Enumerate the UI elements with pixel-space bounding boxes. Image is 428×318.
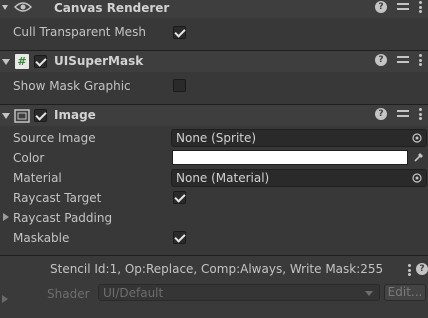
cull-transparent-mesh-checkbox[interactable]	[173, 26, 186, 39]
ui-super-mask-header[interactable]: # UISuperMask ?	[0, 50, 428, 72]
show-mask-graphic-label: Show Mask Graphic	[13, 79, 131, 93]
source-image-field[interactable]: None (Sprite)	[171, 129, 427, 147]
context-menu-icon[interactable]	[408, 264, 411, 276]
collapse-arrow-icon[interactable]	[2, 113, 10, 119]
eye-icon	[14, 2, 32, 12]
material-value: None (Material)	[176, 171, 270, 185]
component-title: UISuperMask	[54, 54, 144, 68]
help-icon[interactable]: ?	[375, 1, 387, 13]
header-icons: ?	[375, 1, 422, 13]
help-icon[interactable]: ?	[375, 54, 387, 66]
edit-button-label: Edit...	[387, 285, 423, 299]
image-enabled-checkbox[interactable]	[34, 109, 47, 122]
material-preview-section: Stencil Id:1, Op:Replace, Comp:Always, W…	[0, 256, 428, 318]
shader-dropdown[interactable]: UI/Default	[98, 284, 380, 301]
presets-icon[interactable]	[397, 108, 409, 120]
header-icons: ?	[375, 108, 422, 120]
context-menu-icon[interactable]	[419, 54, 422, 66]
presets-icon[interactable]	[397, 54, 409, 66]
source-image-label: Source Image	[13, 131, 96, 145]
maskable-label: Maskable	[13, 231, 70, 245]
object-picker-icon[interactable]	[412, 133, 422, 143]
raycast-padding-label[interactable]: Raycast Padding	[13, 211, 112, 225]
raycast-target-checkbox[interactable]	[173, 191, 186, 204]
cull-transparent-mesh-label: Cull Transparent Mesh	[13, 25, 146, 39]
script-icon: #	[15, 54, 29, 69]
context-menu-icon[interactable]	[419, 108, 422, 120]
stencil-info-text: Stencil Id:1, Op:Replace, Comp:Always, W…	[50, 262, 384, 276]
image-header[interactable]: Image ?	[0, 104, 428, 126]
canvas-renderer-header[interactable]: Canvas Renderer ?	[0, 0, 428, 18]
shader-value: UI/Default	[103, 286, 164, 300]
image-icon	[14, 109, 30, 123]
collapse-arrow-icon[interactable]	[2, 5, 8, 10]
component-title: Canvas Renderer	[54, 1, 170, 15]
maskable-checkbox[interactable]	[173, 231, 186, 244]
component-title: Image	[54, 108, 96, 122]
show-mask-graphic-checkbox[interactable]	[173, 79, 186, 92]
ui-super-mask-enabled-checkbox[interactable]	[34, 55, 47, 68]
expand-arrow-icon[interactable]	[3, 213, 9, 221]
edit-shader-button[interactable]: Edit...	[384, 284, 426, 301]
help-icon[interactable]: ?	[416, 263, 428, 275]
context-menu-icon[interactable]	[419, 1, 422, 13]
header-icons: ?	[375, 54, 422, 66]
eyedropper-icon[interactable]	[413, 151, 425, 163]
object-picker-icon[interactable]	[412, 173, 422, 183]
help-icon[interactable]: ?	[375, 108, 387, 120]
shader-label: Shader	[47, 287, 90, 301]
chevron-down-icon	[365, 291, 373, 296]
material-field[interactable]: None (Material)	[171, 169, 427, 187]
presets-icon[interactable]	[397, 1, 409, 13]
source-image-value: None (Sprite)	[176, 131, 257, 145]
expand-arrow-icon[interactable]	[2, 295, 8, 303]
color-label: Color	[13, 151, 45, 165]
raycast-target-label: Raycast Target	[13, 191, 102, 205]
collapse-arrow-icon[interactable]	[2, 59, 10, 65]
color-swatch[interactable]	[172, 150, 408, 165]
material-label: Material	[13, 171, 62, 185]
